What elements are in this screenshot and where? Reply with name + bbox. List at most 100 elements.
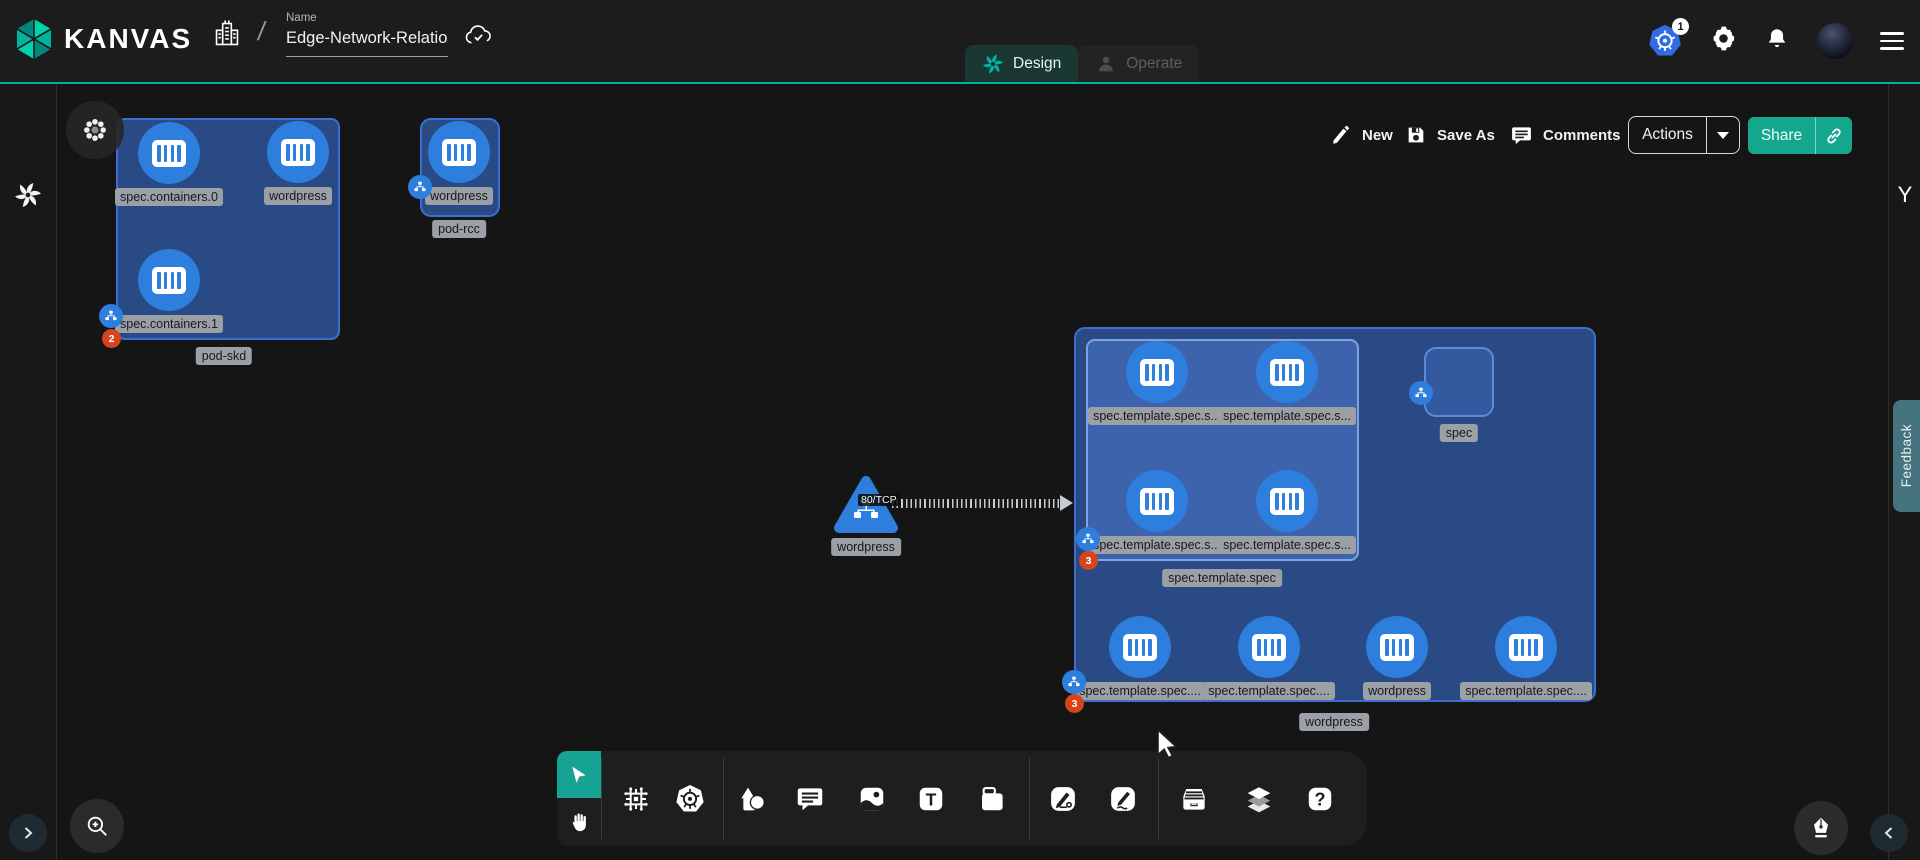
flower-gear-icon xyxy=(81,116,109,144)
save-icon xyxy=(1405,124,1427,146)
issue-count-badge[interactable]: 2 xyxy=(102,329,121,348)
comment-tool-button[interactable] xyxy=(794,783,826,815)
pen-path-icon xyxy=(1048,784,1078,814)
edge-pen-tool-button[interactable] xyxy=(1047,783,1079,815)
node-label: spec.template.spec.... xyxy=(1460,682,1592,700)
container-node[interactable]: wordpress xyxy=(1327,616,1467,700)
container-node[interactable]: spec.template.spec.... xyxy=(1199,616,1339,700)
notifications-bell-icon[interactable] xyxy=(1764,26,1790,57)
pen-nib-icon xyxy=(1808,815,1834,841)
tab-operate[interactable]: Operate xyxy=(1078,45,1199,82)
image-tool-button[interactable] xyxy=(856,783,888,815)
zoom-button[interactable] xyxy=(70,799,124,853)
components-tool-button[interactable] xyxy=(620,783,652,815)
settings-gear-icon[interactable] xyxy=(1710,25,1737,57)
magnifier-plus-icon xyxy=(84,813,110,839)
validate-pen-button[interactable] xyxy=(1794,801,1848,855)
toolbar-divider xyxy=(1158,758,1159,839)
node-label: spec.template.spec.s... xyxy=(1218,407,1356,425)
feedback-tab[interactable]: Feedback xyxy=(1893,400,1920,512)
toolbar-divider xyxy=(601,758,602,839)
node-label: spec.template.spec.... xyxy=(1074,682,1206,700)
archive-icon xyxy=(1178,783,1210,815)
container-icon xyxy=(1126,341,1188,403)
share-button[interactable]: Share xyxy=(1748,117,1852,154)
node-label: spec.containers.0 xyxy=(115,188,223,206)
top-right-controls: 1 xyxy=(1647,0,1904,82)
node-action-gear-button[interactable] xyxy=(66,101,124,159)
tab-design[interactable]: Design xyxy=(965,45,1078,82)
help-tool-button[interactable]: ? xyxy=(1304,783,1336,815)
container-icon xyxy=(138,249,200,311)
frame-tool-button[interactable] xyxy=(976,783,1008,815)
question-glyph: ? xyxy=(1314,790,1325,810)
toolbar-divider xyxy=(723,758,724,839)
sitemap-icon xyxy=(1067,675,1081,689)
node-label: spec.template.spec.... xyxy=(1203,682,1335,700)
share-label: Share xyxy=(1748,127,1815,145)
drawer-tool-button[interactable] xyxy=(1178,783,1210,815)
shapes-tool-button[interactable] xyxy=(736,783,768,815)
hierarchy-badge[interactable] xyxy=(1062,670,1086,694)
container-node[interactable]: spec.template.spec.... xyxy=(1070,616,1210,700)
node-label: spec.template.spec.s... xyxy=(1088,536,1226,554)
pencil-icon xyxy=(1108,784,1138,814)
node-label: wordpress xyxy=(1363,682,1431,700)
text-tool-button[interactable]: T xyxy=(915,783,947,815)
kanvas-logo[interactable]: KANVAS xyxy=(14,17,192,61)
hierarchy-badge[interactable] xyxy=(1409,381,1433,405)
node-label: spec.template.spec.s... xyxy=(1218,536,1356,554)
toolbar-divider xyxy=(1029,758,1030,839)
kubernetes-context-button[interactable]: 1 xyxy=(1647,23,1683,59)
expand-left-panel-button[interactable] xyxy=(9,814,47,852)
yaml-panel-icon[interactable]: Y xyxy=(1889,182,1920,208)
hierarchy-badge[interactable] xyxy=(408,175,432,199)
container-node[interactable]: spec.template.spec.s... xyxy=(1087,470,1227,554)
container-node[interactable]: spec.template.spec.s... xyxy=(1217,341,1357,425)
save-as-label: Save As xyxy=(1437,127,1495,144)
container-node[interactable]: spec.template.spec.... xyxy=(1456,616,1596,700)
design-swirl-icon xyxy=(982,53,1004,75)
user-avatar[interactable] xyxy=(1817,23,1853,59)
kubernetes-tool-button[interactable] xyxy=(674,783,706,815)
container-node[interactable]: spec.template.spec.s... xyxy=(1217,470,1357,554)
helm-wheel-icon xyxy=(674,782,706,816)
actions-dropdown-button[interactable]: Actions xyxy=(1628,116,1740,154)
container-node[interactable]: wordpress xyxy=(228,121,368,205)
node-spec[interactable] xyxy=(1424,347,1494,417)
edge-arrowhead-icon xyxy=(1060,495,1073,511)
issue-count-badge[interactable]: 3 xyxy=(1079,551,1098,570)
menu-hamburger-icon[interactable] xyxy=(1880,32,1904,50)
issue-count-badge[interactable]: 3 xyxy=(1065,694,1084,713)
actions-caret[interactable] xyxy=(1707,132,1739,139)
container-node[interactable]: spec.template.spec.s... xyxy=(1087,341,1227,425)
expand-right-panel-button[interactable] xyxy=(1870,814,1908,852)
node-label: wordpress xyxy=(831,538,901,556)
comments-button[interactable]: Comments xyxy=(1510,120,1621,150)
save-as-button[interactable]: Save As xyxy=(1405,120,1495,150)
kanvas-logo-icon xyxy=(14,17,54,61)
name-field-value[interactable]: Edge-Network-Relatio xyxy=(286,29,448,57)
hierarchy-badge[interactable] xyxy=(1076,527,1100,551)
pan-tool-button[interactable] xyxy=(557,798,601,846)
container-icon xyxy=(1238,616,1300,678)
tab-design-label: Design xyxy=(1013,55,1061,73)
container-icon xyxy=(138,122,200,184)
freehand-tool-button[interactable] xyxy=(1107,783,1139,815)
hierarchy-badge[interactable] xyxy=(99,304,123,328)
design-name-field[interactable]: Name Edge-Network-Relatio xyxy=(286,12,448,57)
circuit-icon xyxy=(620,783,652,815)
organization-icon[interactable] xyxy=(212,18,242,55)
shapes-icon xyxy=(736,783,768,815)
copy-link-button[interactable] xyxy=(1816,126,1852,146)
container-icon xyxy=(1126,470,1188,532)
meshery-swirl-icon[interactable] xyxy=(14,181,42,214)
breadcrumb-separator: / xyxy=(256,16,268,47)
comment-icon xyxy=(1510,124,1533,147)
new-button[interactable]: New xyxy=(1330,120,1393,150)
cursor-icon xyxy=(569,765,589,785)
sitemap-icon xyxy=(413,180,427,194)
layers-tool-button[interactable] xyxy=(1243,783,1275,815)
network-edge[interactable] xyxy=(892,499,1064,508)
select-tool-button[interactable] xyxy=(557,751,601,798)
